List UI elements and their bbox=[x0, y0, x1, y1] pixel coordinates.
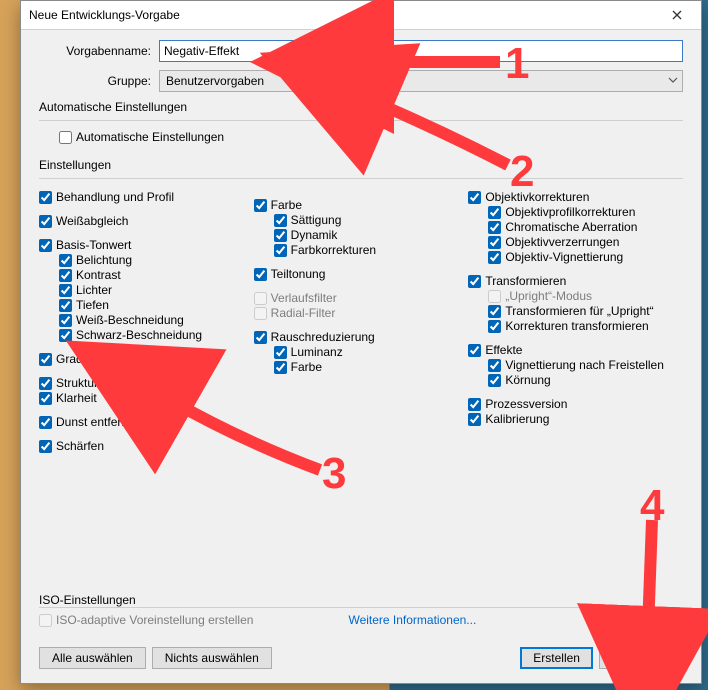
cb-tone-curve[interactable]: Gradationskurve bbox=[39, 352, 254, 366]
cb-calibration[interactable]: Kalibrierung bbox=[468, 412, 683, 426]
cb-treatment-profile[interactable]: Behandlung und Profil bbox=[39, 190, 254, 204]
cb-process-version[interactable]: Prozessversion bbox=[468, 397, 683, 411]
cb-noise[interactable]: Rauschreduzierung bbox=[254, 330, 469, 344]
create-button[interactable]: Erstellen bbox=[520, 647, 593, 669]
preset-name-input[interactable] bbox=[159, 40, 683, 62]
cb-white-clip[interactable]: Weiß-Beschneidung bbox=[59, 313, 254, 327]
cb-transform[interactable]: Transformieren bbox=[468, 274, 683, 288]
cb-structure[interactable]: Struktur bbox=[39, 376, 254, 390]
cb-lens-vignetting[interactable]: Objektiv-Vignettierung bbox=[488, 250, 683, 264]
dialog-frame: Neue Entwicklungs-Vorgabe Vorgabenname: … bbox=[20, 0, 702, 684]
cb-saturation[interactable]: Sättigung bbox=[274, 213, 469, 227]
cb-highlights[interactable]: Lichter bbox=[59, 283, 254, 297]
cancel-button[interactable]: Abbrechen bbox=[599, 647, 683, 669]
cb-basic-tone[interactable]: Basis-Tonwert bbox=[39, 238, 254, 252]
label-preset-name: Vorgabenname: bbox=[39, 44, 159, 58]
chevron-down-icon bbox=[668, 75, 678, 85]
cb-clarity[interactable]: Klarheit bbox=[39, 391, 254, 405]
cb-exposure[interactable]: Belichtung bbox=[59, 253, 254, 267]
cb-radial-filter[interactable]: Radial-Filter bbox=[254, 306, 469, 320]
row-group: Gruppe: Benutzervorgaben bbox=[39, 70, 683, 92]
cb-distortion[interactable]: Objektivverzerrungen bbox=[488, 235, 683, 249]
cb-contrast[interactable]: Kontrast bbox=[59, 268, 254, 282]
cb-lens[interactable]: Objektivkorrekturen bbox=[468, 190, 683, 204]
dialog-title: Neue Entwicklungs-Vorgabe bbox=[29, 8, 657, 22]
cb-auto-settings[interactable]: Automatische Einstellungen bbox=[59, 130, 683, 144]
cb-sharpen[interactable]: Schärfen bbox=[39, 439, 254, 453]
cb-lens-profile[interactable]: Objektivprofilkorrekturen bbox=[488, 205, 683, 219]
screenshot-root: Neue Entwicklungs-Vorgabe Vorgabenname: … bbox=[0, 0, 708, 690]
settings-columns: Behandlung und Profil Weißabgleich Basis… bbox=[39, 189, 683, 454]
cb-whitebalance[interactable]: Weißabgleich bbox=[39, 214, 254, 228]
cb-upright-transform[interactable]: Transformieren für „Upright“ bbox=[488, 304, 683, 318]
col-3: Objektivkorrekturen Objektivprofilkorrek… bbox=[468, 189, 683, 454]
cb-grad-filter[interactable]: Verlaufsfilter bbox=[254, 291, 469, 305]
label-group: Gruppe: bbox=[39, 74, 159, 88]
link-more-info[interactable]: Weitere Informationen... bbox=[348, 613, 476, 627]
titlebar: Neue Entwicklungs-Vorgabe bbox=[21, 1, 701, 30]
cb-color[interactable]: Farbe bbox=[254, 198, 469, 212]
close-icon bbox=[672, 10, 682, 20]
close-button[interactable] bbox=[657, 4, 697, 26]
group-selected: Benutzervorgaben bbox=[166, 74, 264, 88]
group-iso: ISO-Einstellungen ISO-adaptive Voreinste… bbox=[39, 593, 683, 628]
group-auto: Automatische Einstellungen Automatische … bbox=[39, 100, 683, 144]
select-all-button[interactable]: Alle auswählen bbox=[39, 647, 146, 669]
col-2: Farbe Sättigung Dynamik Farbkorrekturen … bbox=[254, 189, 469, 454]
cb-split-toning[interactable]: Teiltonung bbox=[254, 267, 469, 281]
iso-header: ISO-Einstellungen bbox=[39, 593, 683, 607]
group-dropdown[interactable]: Benutzervorgaben bbox=[159, 70, 683, 92]
cb-grain[interactable]: Körnung bbox=[488, 373, 683, 387]
cb-chrom-aberration[interactable]: Chromatische Aberration bbox=[488, 220, 683, 234]
row-preset-name: Vorgabenname: bbox=[39, 40, 683, 62]
cb-iso-adaptive[interactable]: ISO-adaptive Voreinstellung erstellen bbox=[39, 613, 253, 627]
cb-post-vignette[interactable]: Vignettierung nach Freistellen bbox=[488, 358, 683, 372]
scrollbar[interactable] bbox=[683, 31, 699, 681]
auto-header: Automatische Einstellungen bbox=[39, 100, 683, 114]
cb-luminance[interactable]: Luminanz bbox=[274, 345, 469, 359]
settings-header: Einstellungen bbox=[39, 158, 683, 172]
group-settings: Einstellungen Behandlung und Profil Weiß… bbox=[39, 158, 683, 454]
cb-color-corr[interactable]: Farbkorrekturen bbox=[274, 243, 469, 257]
cb-noise-color[interactable]: Farbe bbox=[274, 360, 469, 374]
cb-upright-mode[interactable]: „Upright“-Modus bbox=[488, 289, 683, 303]
col-1: Behandlung und Profil Weißabgleich Basis… bbox=[39, 189, 254, 454]
cb-black-clip[interactable]: Schwarz-Beschneidung bbox=[59, 328, 254, 342]
dialog-footer: Alle auswählen Nichts auswählen Erstelle… bbox=[39, 647, 683, 669]
cb-dynamics[interactable]: Dynamik bbox=[274, 228, 469, 242]
dialog-body: Vorgabenname: Gruppe: Benutzervorgaben A… bbox=[21, 30, 701, 466]
cb-transform-corr[interactable]: Korrekturen transformieren bbox=[488, 319, 683, 333]
cb-effects[interactable]: Effekte bbox=[468, 343, 683, 357]
select-none-button[interactable]: Nichts auswählen bbox=[152, 647, 272, 669]
cb-dehaze[interactable]: Dunst entfernen bbox=[39, 415, 254, 429]
cb-shadows[interactable]: Tiefen bbox=[59, 298, 254, 312]
